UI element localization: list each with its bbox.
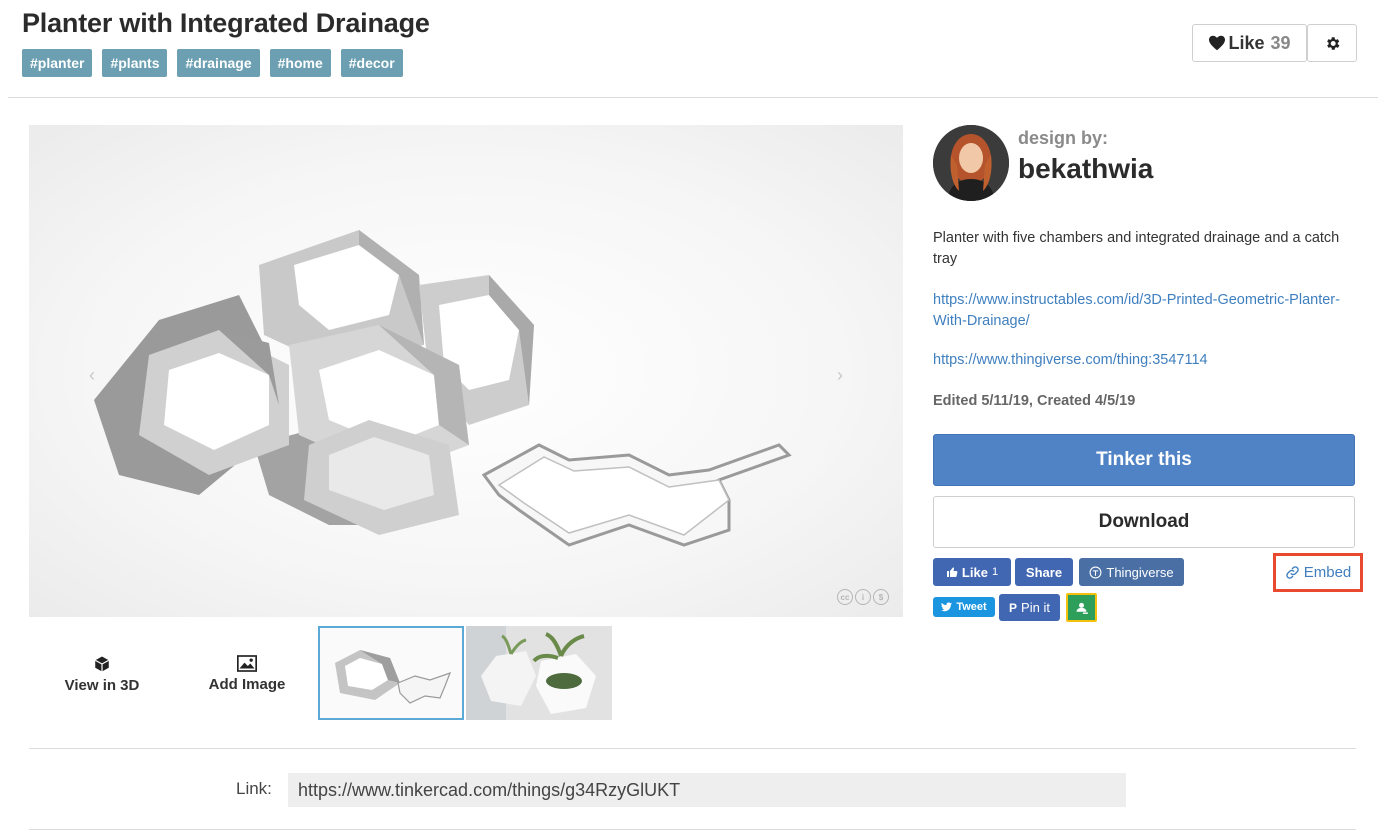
view-in-3d-button[interactable]: View in 3D	[42, 655, 162, 694]
tag-home[interactable]: #home	[269, 49, 331, 77]
like-button[interactable]: Like 39	[1192, 24, 1307, 62]
designer-username[interactable]: bekathwia	[1018, 153, 1153, 185]
edit-dates: Edited 5/11/19, Created 4/5/19	[933, 393, 1136, 409]
embed-label: Embed	[1303, 564, 1352, 581]
tag-planter[interactable]: #planter	[22, 49, 93, 77]
instructables-link[interactable]: https://www.instructables.com/id/3D-Prin…	[933, 290, 1343, 332]
design-description: Planter with five chambers and integrate…	[933, 230, 1340, 267]
like-count: 39	[1270, 32, 1291, 53]
thumbnail-model[interactable]	[318, 626, 464, 720]
pinterest-button[interactable]: P Pin it	[999, 594, 1060, 621]
model-viewer[interactable]: ‹ › cc i $	[29, 125, 903, 617]
design-by-label: design by:	[1018, 128, 1109, 148]
facebook-share-button[interactable]: Share	[1015, 558, 1073, 586]
download-button[interactable]: Download	[933, 496, 1355, 548]
facebook-like-count: 1	[991, 566, 999, 578]
link-icon	[1285, 566, 1299, 579]
page-title: Planter with Integrated Drainage	[22, 8, 430, 38]
image-icon	[237, 655, 257, 672]
link-label: Link:	[236, 779, 272, 798]
classroom-icon	[1076, 602, 1088, 614]
facebook-like-button[interactable]: Like 1	[933, 558, 1011, 586]
link-divider-bottom	[29, 829, 1356, 830]
thingiverse-label: Thingiverse	[1106, 564, 1174, 580]
tweet-button[interactable]: Tweet	[933, 597, 995, 617]
settings-button[interactable]	[1307, 24, 1357, 62]
heart-icon	[1209, 35, 1226, 51]
designer-photo-image	[933, 125, 1009, 201]
view-in-3d-label: View in 3D	[64, 677, 140, 694]
embed-button[interactable]: Embed	[1273, 553, 1363, 592]
cube-icon	[94, 656, 110, 672]
avatar[interactable]	[933, 125, 1009, 201]
planter-model-render	[94, 230, 792, 547]
add-image-label: Add Image	[208, 676, 286, 693]
like-label: Like	[1228, 32, 1265, 53]
noncommercial-icon: $	[873, 589, 889, 605]
tag-drainage[interactable]: #drainage	[177, 49, 260, 77]
model-thumbnail-image	[335, 650, 452, 704]
cc-icon: cc	[837, 589, 853, 605]
header-divider	[8, 97, 1378, 98]
next-arrow-icon[interactable]: ›	[837, 365, 843, 386]
share-link-field[interactable]	[288, 773, 1126, 807]
tag-decor[interactable]: #decor	[340, 49, 403, 77]
link-divider-top	[29, 748, 1356, 749]
attribution-icon: i	[855, 589, 871, 605]
facebook-like-label: Like	[961, 564, 988, 580]
thingiverse-button[interactable]: Thingiverse	[1079, 558, 1184, 586]
add-image-button[interactable]: Add Image	[187, 655, 307, 693]
pinterest-icon: P	[1009, 600, 1018, 615]
twitter-bird-icon	[941, 602, 953, 612]
pin-label: Pin it	[1021, 600, 1050, 615]
thingiverse-link[interactable]: https://www.thingiverse.com/thing:354711…	[933, 352, 1208, 368]
gear-icon	[1326, 36, 1339, 50]
creative-commons-badge: cc i $	[837, 589, 889, 605]
tinker-this-button[interactable]: Tinker this	[933, 434, 1355, 486]
google-classroom-button[interactable]	[1066, 593, 1097, 622]
tweet-label: Tweet	[956, 601, 987, 613]
thumbnail-photo[interactable]	[466, 626, 612, 720]
thingiverse-icon	[1089, 566, 1102, 578]
planter-photo-image	[466, 626, 612, 720]
tag-list: #planter #plants #drainage #home #decor	[22, 49, 403, 77]
thumbs-up-icon	[946, 567, 958, 577]
previous-arrow-icon[interactable]: ‹	[89, 365, 95, 386]
tag-plants[interactable]: #plants	[102, 49, 168, 77]
